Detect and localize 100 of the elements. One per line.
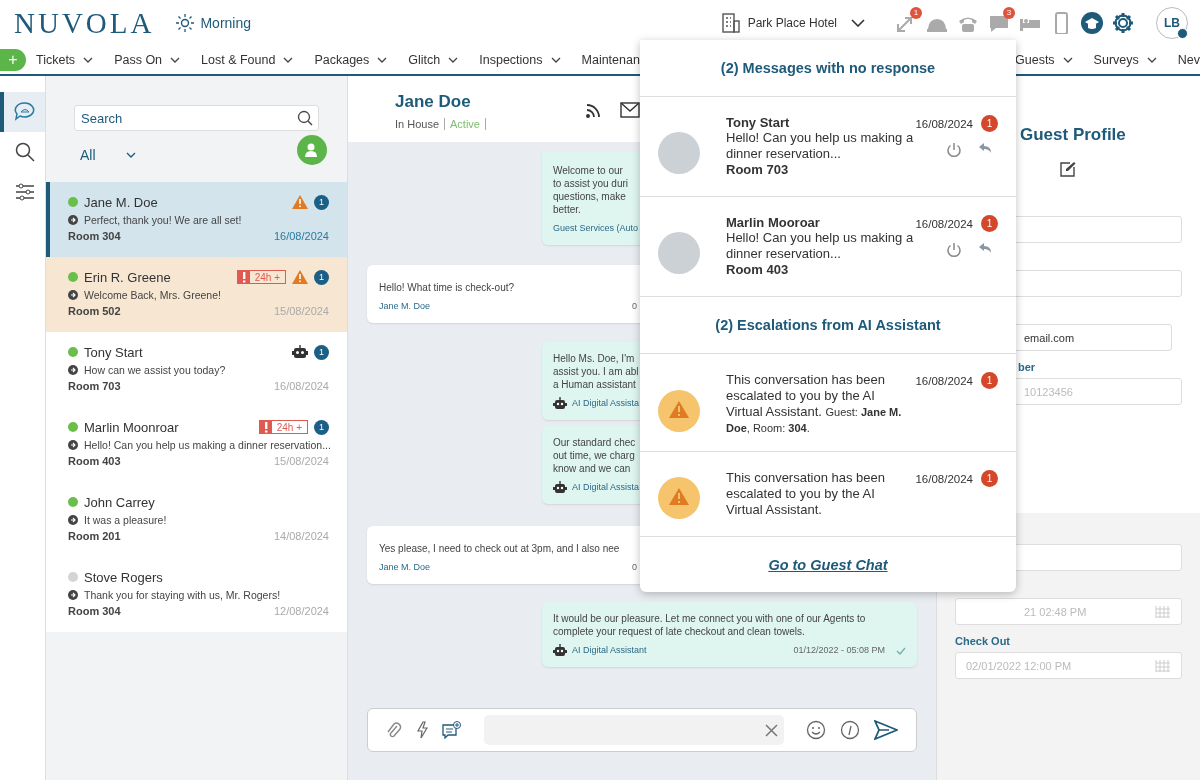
sidebar-tab[interactable] bbox=[0, 92, 45, 132]
user-initials: LB bbox=[1164, 16, 1180, 30]
alert-icon bbox=[237, 270, 250, 284]
reply-icon[interactable] bbox=[978, 242, 992, 254]
reply-icon bbox=[68, 515, 78, 525]
reply-icon bbox=[68, 215, 78, 225]
warning-circle-icon bbox=[658, 390, 700, 432]
guest-name: Tony Start bbox=[84, 344, 144, 360]
notification-item[interactable]: This conversation has been escalated to you by the AI Virtual Assistant. Guest: Jane M. Doe, Room: 304. 16/08/2024 1 bbox=[640, 354, 1016, 452]
notification-item[interactable]: This conversation has been escalated to you by the AI Virtual Assistant. 16/08/2024 1 bbox=[640, 452, 1016, 537]
message-text: Hello Ms. Doe, I'm assist you. I am abl a Human assistant bbox=[553, 352, 639, 391]
chevron-icon[interactable] bbox=[83, 57, 94, 63]
nav-menu-item[interactable]: Pass On bbox=[114, 53, 163, 67]
section-title: (2) Messages with no response bbox=[640, 40, 1016, 97]
person-icon bbox=[304, 142, 320, 158]
sun-icon bbox=[176, 14, 195, 32]
sender-name: AI Digital Assista bbox=[572, 397, 640, 410]
hotel-selector[interactable]: Park Place Hotel bbox=[747, 16, 837, 30]
alert-icon bbox=[259, 420, 272, 434]
search-icon bbox=[297, 110, 313, 126]
nav-menu-item[interactable]: Packages bbox=[314, 53, 370, 67]
lightning-icon[interactable] bbox=[416, 721, 428, 739]
guest-name: Tony Start bbox=[726, 115, 791, 130]
message-add-icon[interactable] bbox=[442, 721, 462, 739]
conversation-item[interactable]: Jane M. Doe 1 Perfect, thank you! We are all set! Room 304 16/08/2024 bbox=[46, 182, 347, 257]
chevron-icon[interactable] bbox=[1146, 57, 1157, 63]
conversation-item[interactable]: Tony Start 1 How can we assist you today? Room 703 16/08/2024 bbox=[46, 332, 347, 407]
conversation-item[interactable]: Stove Rogers Thank you for staying with us, Mr. Rogers! Room 304 12/08/2024 bbox=[46, 557, 347, 632]
nav-menu-item[interactable]: Lost & Found bbox=[201, 53, 276, 67]
chevron-icon[interactable] bbox=[550, 57, 561, 63]
guest-chat-link[interactable]: Go to Guest Chat bbox=[768, 556, 888, 573]
reply-icon[interactable] bbox=[978, 142, 992, 154]
power-icon[interactable] bbox=[946, 242, 962, 258]
count-badge: 1 bbox=[981, 115, 998, 132]
unread-badge: 1 bbox=[314, 419, 329, 435]
room-number: Room 304 bbox=[68, 230, 121, 242]
guest-status: Active bbox=[450, 118, 480, 130]
conversation-item[interactable]: John Carrey It was a pleasure! Room 201 14/08/2024 bbox=[46, 482, 347, 557]
stay-status: In House bbox=[395, 118, 440, 130]
message-date: 12/08/2024 bbox=[273, 605, 329, 617]
info-icon[interactable] bbox=[840, 720, 860, 740]
filter-dropdown[interactable]: All bbox=[80, 147, 96, 163]
send-icon[interactable] bbox=[874, 720, 898, 740]
settings-icon[interactable] bbox=[1112, 12, 1134, 34]
message-date: 14/08/2024 bbox=[273, 530, 329, 542]
user-avatar[interactable]: LB bbox=[1156, 7, 1188, 39]
unread-badge: 1 bbox=[314, 269, 329, 285]
count-badge: 1 bbox=[981, 215, 998, 232]
smiley-icon[interactable] bbox=[806, 720, 826, 740]
nav-menu-item[interactable]: Glitch bbox=[408, 53, 441, 67]
message-date: 16/08/2024 bbox=[915, 117, 973, 130]
reply-icon bbox=[68, 290, 78, 300]
reply-icon bbox=[68, 365, 78, 375]
nav-menu-item[interactable]: Surveys bbox=[1093, 53, 1139, 67]
notification-badge: 1 bbox=[910, 7, 922, 19]
graduation-cap-icon[interactable] bbox=[1081, 12, 1103, 34]
message-preview: Thank you for staying with us, Mr. Rogers! bbox=[84, 589, 281, 601]
paperclip-icon[interactable] bbox=[386, 721, 402, 739]
sender-name: Jane M. Doe bbox=[379, 300, 431, 313]
chevron-icon[interactable] bbox=[170, 57, 181, 63]
reply-icon bbox=[68, 440, 78, 450]
field-value: email.com bbox=[1024, 331, 1075, 344]
chevron-icon[interactable] bbox=[851, 19, 865, 27]
message-date: 15/08/2024 bbox=[273, 305, 329, 317]
nav-menu-item[interactable]: Guests bbox=[1015, 53, 1055, 67]
nav-menu-item[interactable]: Maintenan bbox=[581, 53, 640, 67]
unread-badge: 1 bbox=[314, 344, 329, 360]
nav-menu-item[interactable]: Tickets bbox=[36, 53, 76, 67]
message-preview: Hello! Can you help us making a dinner reservation... bbox=[84, 439, 331, 451]
clear-icon[interactable] bbox=[765, 723, 778, 737]
calendar-icon bbox=[1155, 658, 1171, 673]
notification-item[interactable]: Marlin Mooroar Hello! Can you help us making a dinner reservation... Room 403 16/08/2024 1 bbox=[640, 197, 1016, 297]
avatar bbox=[658, 232, 700, 274]
chevron-icon[interactable] bbox=[377, 57, 388, 63]
rss-icon[interactable] bbox=[584, 102, 602, 120]
nav-menu-item[interactable]: Inspections bbox=[479, 53, 543, 67]
message-text: It would be our pleasure. Let me connect you with one of our Agents to complete your request of late checkout and clean towels. bbox=[553, 612, 866, 638]
message-input[interactable] bbox=[484, 715, 784, 745]
search-field[interactable]: Search bbox=[74, 105, 319, 131]
chevron-icon[interactable] bbox=[283, 57, 294, 63]
warning-circle-icon bbox=[658, 477, 700, 519]
guest-lookup-button[interactable] bbox=[297, 135, 327, 165]
guest-name: Jane Doe bbox=[395, 92, 472, 112]
reply-icon bbox=[68, 590, 78, 600]
avatar bbox=[658, 132, 700, 174]
power-icon[interactable] bbox=[946, 142, 962, 158]
guest-name: Marlin Mooroar bbox=[726, 215, 821, 230]
chevron-icon[interactable] bbox=[125, 152, 136, 158]
message-preview: Welcome Back, Mrs. Greene! bbox=[84, 289, 221, 301]
conversation-item[interactable]: Erin R. Greene 24h + 1 Welcome Back, Mrs. Greene! Room 502 15/08/2024 bbox=[46, 257, 347, 332]
mail-icon[interactable] bbox=[620, 102, 640, 118]
nav-menu-item[interactable]: Nev bbox=[1177, 53, 1200, 67]
message-date: 16/08/2024 bbox=[273, 380, 329, 392]
conversation-item[interactable]: Marlin Moonroar 24h + 1 Hello! Can you help us making a dinner reservation... Room 403 15/08/2024 bbox=[46, 407, 347, 482]
edit-icon[interactable] bbox=[1060, 161, 1076, 177]
overdue-label: 24h + bbox=[275, 421, 303, 433]
chevron-icon[interactable] bbox=[448, 57, 459, 63]
notification-item[interactable]: Tony Start Hello! Can you help us making a dinner reservation... Room 703 16/08/2024 1 bbox=[640, 97, 1016, 197]
chevron-icon[interactable] bbox=[1062, 57, 1073, 63]
chat-icon bbox=[13, 101, 36, 123]
